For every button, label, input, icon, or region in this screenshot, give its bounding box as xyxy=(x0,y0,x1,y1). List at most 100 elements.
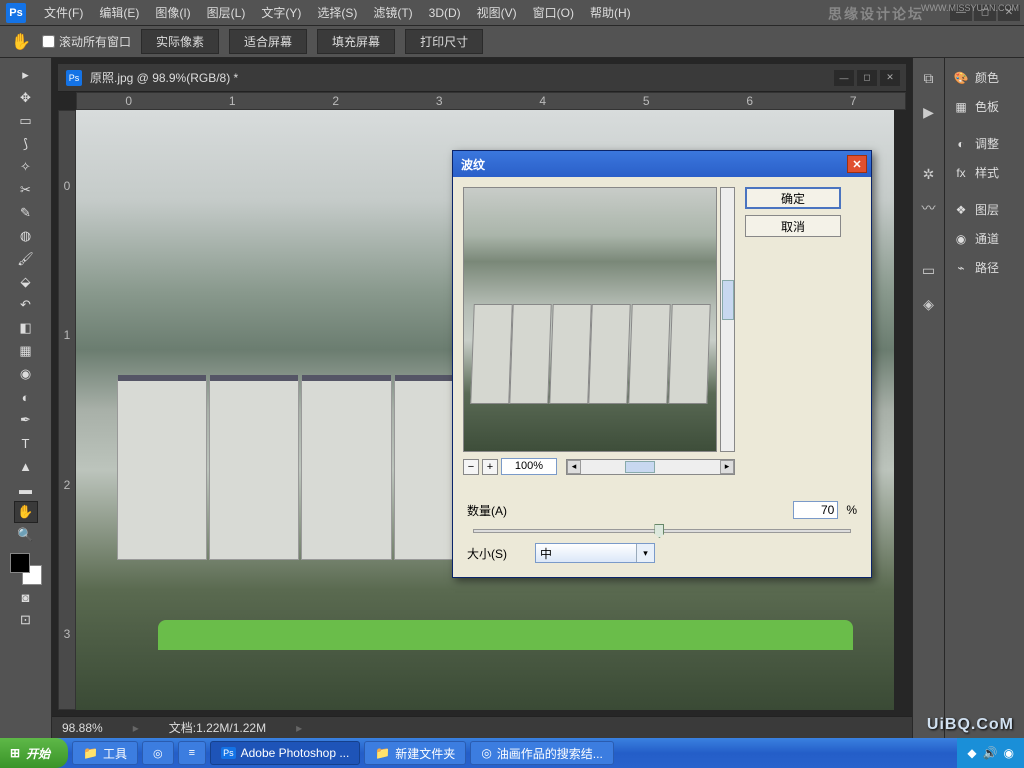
zoom-in-button[interactable]: + xyxy=(482,459,498,475)
fit-screen-button[interactable]: 适合屏幕 xyxy=(229,29,307,54)
menu-view[interactable]: 视图(V) xyxy=(469,1,525,24)
stamp-tool[interactable]: ⬙ xyxy=(14,271,38,293)
doc-size-info: 文档:1.22M/1.22M xyxy=(169,719,266,736)
menu-layer[interactable]: 图层(L) xyxy=(199,1,254,24)
menu-image[interactable]: 图像(I) xyxy=(147,1,198,24)
screenmode-icon[interactable]: ⊡ xyxy=(14,609,38,631)
dodge-tool[interactable]: ◐ xyxy=(14,386,38,408)
task-folder[interactable]: 📁新建文件夹 xyxy=(364,741,466,765)
document-tab[interactable]: Ps 原照.jpg @ 98.9%(RGB/8) * — ◻ ✕ xyxy=(58,64,906,92)
eyedropper-tool[interactable]: ✎ xyxy=(14,202,38,224)
pen-tool[interactable]: ✒ xyxy=(14,409,38,431)
print-size-button[interactable]: 打印尺寸 xyxy=(405,29,483,54)
menu-select[interactable]: 选择(S) xyxy=(309,1,365,24)
zoom-out-button[interactable]: − xyxy=(463,459,479,475)
doc-maximize-icon[interactable]: ◻ xyxy=(857,70,877,86)
tray-icon[interactable]: 🔊 xyxy=(983,746,998,760)
amount-input[interactable] xyxy=(793,501,838,519)
task-explorer[interactable]: ≡ xyxy=(178,741,206,765)
chevron-down-icon: ▾ xyxy=(636,544,654,562)
marquee-tool[interactable]: ▭ xyxy=(14,110,38,132)
actions-panel-icon[interactable]: ▶ xyxy=(919,102,939,122)
move-tool[interactable]: ✥ xyxy=(14,87,38,109)
status-bar: 98.88% ▸ 文档:1.22M/1.22M ▸ xyxy=(52,716,912,738)
shape-tool[interactable]: ▬ xyxy=(14,478,38,500)
contrast-icon: ◐ xyxy=(953,136,969,152)
preview-hscroll[interactable]: ◂▸ xyxy=(566,459,735,475)
menu-edit[interactable]: 编辑(E) xyxy=(91,1,147,24)
hand-tool[interactable]: ✋ xyxy=(14,501,38,523)
crop-tool[interactable]: ✂ xyxy=(14,179,38,201)
task-qq[interactable]: ◎ xyxy=(142,741,174,765)
ruler-horizontal: 01234567 xyxy=(76,92,906,110)
foreground-color[interactable] xyxy=(10,553,30,573)
panel-channels[interactable]: ◉通道 xyxy=(945,225,1024,252)
ok-button[interactable]: 确定 xyxy=(745,187,841,209)
actual-pixels-button[interactable]: 实际像素 xyxy=(141,29,219,54)
preview-vscroll[interactable] xyxy=(720,187,735,452)
panel-paths[interactable]: ⌁路径 xyxy=(945,254,1024,281)
dialog-titlebar[interactable]: 波纹 ✕ xyxy=(453,151,871,177)
doc-minimize-icon[interactable]: — xyxy=(834,70,854,86)
task-browser[interactable]: ◎油画作品的搜索结... xyxy=(470,741,614,765)
menu-text[interactable]: 文字(Y) xyxy=(253,1,309,24)
amount-unit: % xyxy=(846,503,857,517)
panel-layers[interactable]: ❖图层 xyxy=(945,196,1024,223)
eraser-tool[interactable]: ◧ xyxy=(14,317,38,339)
fill-screen-button[interactable]: 填充屏幕 xyxy=(317,29,395,54)
path-select-tool[interactable]: ▲ xyxy=(14,455,38,477)
panel-swatches[interactable]: ▦色板 xyxy=(945,93,1024,120)
tray-icon[interactable]: ◆ xyxy=(967,746,976,760)
para-panel-icon[interactable]: ◈ xyxy=(919,294,939,314)
brush-tool[interactable]: 🖌 xyxy=(14,248,38,270)
watermark-url: WWW.MISSYUAN.COM xyxy=(921,3,1019,13)
menu-filter[interactable]: 滤镜(T) xyxy=(365,1,420,24)
amount-slider[interactable] xyxy=(473,529,851,533)
paths-icon: ⌁ xyxy=(953,260,969,276)
info-panel-icon[interactable]: 〰 xyxy=(919,198,939,218)
char-panel-icon[interactable]: ▭ xyxy=(919,260,939,280)
gradient-tool[interactable]: ▦ xyxy=(14,340,38,362)
expand-arrow-icon[interactable]: ▸ xyxy=(14,64,38,86)
size-label: 大小(S) xyxy=(467,545,527,562)
app-logo-icon: Ps xyxy=(6,3,26,23)
menu-file[interactable]: 文件(F) xyxy=(36,1,91,24)
healing-brush-tool[interactable]: ◍ xyxy=(14,225,38,247)
ps-doc-icon: Ps xyxy=(66,70,82,86)
blur-tool[interactable]: ◉ xyxy=(14,363,38,385)
quickmask-icon[interactable]: ◙ xyxy=(14,586,38,608)
type-tool[interactable]: T xyxy=(14,432,38,454)
color-swatch[interactable] xyxy=(10,553,42,585)
dialog-title: 波纹 xyxy=(461,156,485,173)
lasso-tool[interactable]: ⟆ xyxy=(14,133,38,155)
right-dock: ⧉ ▶ ✲ 〰 ▭ ◈ xyxy=(912,58,944,738)
history-panel-icon[interactable]: ⧉ xyxy=(919,68,939,88)
doc-close-icon[interactable]: ✕ xyxy=(880,70,900,86)
preview-image[interactable] xyxy=(463,187,717,452)
scroll-all-checkbox[interactable]: 滚动所有窗口 xyxy=(42,33,131,50)
dialog-close-icon[interactable]: ✕ xyxy=(847,155,867,173)
task-tools[interactable]: 📁工具 xyxy=(72,741,138,765)
menu-help[interactable]: 帮助(H) xyxy=(582,1,639,24)
task-photoshop[interactable]: PsAdobe Photoshop ... xyxy=(210,741,360,765)
tray-icon[interactable]: ◉ xyxy=(1004,746,1014,760)
cancel-button[interactable]: 取消 xyxy=(745,215,841,237)
options-bar: ✋ 滚动所有窗口 实际像素 适合屏幕 填充屏幕 打印尺寸 xyxy=(0,26,1024,58)
menu-bar: Ps 文件(F) 编辑(E) 图像(I) 图层(L) 文字(Y) 选择(S) 滤… xyxy=(0,0,1024,26)
watermark-text: 思缘设计论坛 xyxy=(828,4,924,24)
preview-area: − + 100% ◂▸ xyxy=(463,187,735,475)
properties-panel-icon[interactable]: ✲ xyxy=(919,164,939,184)
zoom-tool[interactable]: 🔍 xyxy=(14,524,38,546)
menu-window[interactable]: 窗口(O) xyxy=(525,1,582,24)
panel-adjustments[interactable]: ◐调整 xyxy=(945,130,1024,157)
size-combo[interactable]: 中▾ xyxy=(535,543,655,563)
panel-color[interactable]: 🎨颜色 xyxy=(945,64,1024,91)
zoom-level[interactable]: 98.88% xyxy=(62,721,103,735)
system-tray[interactable]: ◆ 🔊 ◉ xyxy=(957,738,1024,768)
menu-3d[interactable]: 3D(D) xyxy=(421,3,469,23)
start-button[interactable]: 开始 xyxy=(0,738,68,768)
amount-label: 数量(A) xyxy=(467,502,527,519)
panel-styles[interactable]: fx样式 xyxy=(945,159,1024,186)
magic-wand-tool[interactable]: ✧ xyxy=(14,156,38,178)
history-brush-tool[interactable]: ↶ xyxy=(14,294,38,316)
